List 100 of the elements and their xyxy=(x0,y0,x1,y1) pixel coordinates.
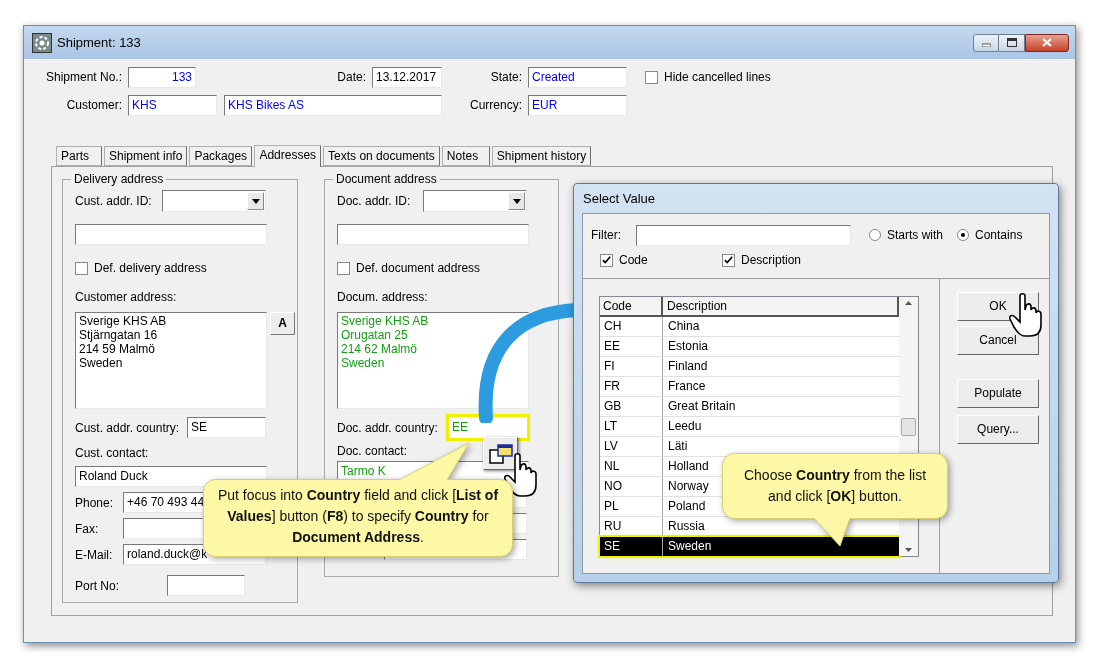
country-field[interactable]: SE xyxy=(187,417,266,438)
minimize-button[interactable] xyxy=(973,33,999,52)
tab[interactable]: Shipment info xyxy=(104,146,188,166)
field-label: Port No: xyxy=(75,577,120,595)
field-label: Doc. addr. country: xyxy=(337,419,438,437)
close-icon xyxy=(1042,38,1052,47)
group-title: Delivery address xyxy=(71,172,167,186)
checkbox[interactable] xyxy=(75,261,88,275)
maximize-button[interactable] xyxy=(999,33,1025,52)
table-cell-text: Läti xyxy=(668,438,688,455)
checkbox-label: Code xyxy=(619,252,648,269)
checkbox[interactable] xyxy=(600,253,613,267)
address-text-area[interactable]: Sverige KHS AB Orugatan 25 214 62 Malmö Sweden xyxy=(337,312,529,409)
table-cell: NO xyxy=(600,477,663,496)
table-cell-text: Great Britain xyxy=(668,398,736,415)
field-label: Doc. addr. ID: xyxy=(337,193,411,210)
table-cell-text: Holland xyxy=(668,458,709,475)
field-label: Date: xyxy=(336,69,366,86)
list-row[interactable]: SE Sweden xyxy=(600,537,899,556)
list-row[interactable]: FR France xyxy=(600,377,899,397)
checkbox-label: Def. delivery address xyxy=(94,260,207,277)
shipment-number-field[interactable]: 133 xyxy=(128,66,196,88)
field-label: State: xyxy=(489,69,522,86)
maximize-icon xyxy=(1006,38,1017,47)
table-cell-text: Sweden xyxy=(668,538,712,555)
field-label: Cust. contact: xyxy=(75,445,149,462)
table-cell-text: Leedu xyxy=(668,418,702,435)
radio-button[interactable] xyxy=(957,229,969,241)
tab[interactable]: Packages xyxy=(189,146,253,166)
customer-code-field[interactable]: KHS xyxy=(128,94,217,116)
field-label: Filter: xyxy=(591,227,622,244)
checkbox[interactable] xyxy=(337,261,350,275)
dropdown-field[interactable] xyxy=(423,190,527,212)
window-title: Shipment: 133 xyxy=(57,33,141,52)
field-label: Customer address: xyxy=(75,289,177,306)
address-name-field[interactable] xyxy=(337,224,529,245)
dropdown-field[interactable] xyxy=(162,190,266,212)
list-row[interactable]: GB Great Britain xyxy=(600,397,899,417)
tab[interactable]: Parts xyxy=(56,146,102,166)
list-row[interactable]: CH China xyxy=(600,317,899,337)
tab[interactable]: Notes xyxy=(441,146,490,166)
date-field[interactable]: 13.12.2017 xyxy=(372,66,442,88)
address-text-area[interactable]: Sverige KHS AB Stjärngatan 16 214 59 Malmö Sweden xyxy=(75,312,267,409)
table-cell-text: France xyxy=(668,378,706,395)
scroll-up-icon xyxy=(905,301,912,305)
column-header[interactable]: Code xyxy=(600,297,663,315)
state-field[interactable]: Created xyxy=(528,66,627,88)
dropdown-arrow-icon xyxy=(512,198,521,204)
field-label: Fax: xyxy=(75,520,99,538)
checkbox[interactable] xyxy=(722,253,735,267)
dialog-title: Select Value xyxy=(582,190,657,208)
table-cell: FI xyxy=(600,357,663,376)
tab[interactable]: Shipment history xyxy=(491,146,592,166)
table-cell: EE xyxy=(600,337,663,356)
field-label: Customer: xyxy=(65,97,122,114)
table-cell: SE xyxy=(600,537,663,556)
close-button[interactable] xyxy=(1025,33,1069,52)
port-field[interactable] xyxy=(167,575,245,596)
tab[interactable]: Addresses xyxy=(254,145,322,167)
table-cell: NL xyxy=(600,457,663,476)
address-name-field[interactable] xyxy=(75,224,267,245)
field-label: E-Mail: xyxy=(75,546,113,564)
table-cell: PL xyxy=(600,497,663,516)
radio-button[interactable] xyxy=(869,229,881,241)
checkbox[interactable] xyxy=(645,70,658,84)
table-cell-text: Russia xyxy=(668,518,705,535)
field-label: Doc. contact: xyxy=(337,443,408,460)
table-cell-text: Estonia xyxy=(668,338,709,355)
app-icon xyxy=(32,32,52,53)
tab[interactable]: Texts on documents xyxy=(323,146,440,166)
list-row[interactable]: FI Finland xyxy=(600,357,899,377)
radio-label: Contains xyxy=(975,227,1023,244)
scroll-thumb[interactable] xyxy=(901,417,916,436)
filter-field[interactable] xyxy=(636,224,851,246)
list-of-values-button[interactable] xyxy=(483,437,518,470)
list-row[interactable]: LT Leedu xyxy=(600,417,899,437)
table-cell-text: Poland xyxy=(668,498,706,515)
checkbox-label: Description xyxy=(741,252,802,269)
table-cell-text: Norway xyxy=(668,478,709,495)
address-button[interactable]: A xyxy=(270,312,295,335)
dropdown-arrow-icon xyxy=(251,198,260,204)
currency-field[interactable]: EUR xyxy=(528,94,627,116)
table-cell-text: China xyxy=(668,318,700,335)
field-label: Cust. addr. ID: xyxy=(75,193,152,210)
dialog-button[interactable]: Populate xyxy=(957,379,1039,408)
field-label: Cust. addr. country: xyxy=(75,419,180,437)
list-row[interactable]: EE Estonia xyxy=(600,337,899,357)
table-cell: LV xyxy=(600,437,663,456)
table-cell: GB xyxy=(600,397,663,416)
field-label: Shipment No.: xyxy=(44,69,122,86)
scroll-down-icon xyxy=(905,548,912,552)
checkbox-label: Def. document address xyxy=(356,260,481,277)
callout-tooltip: Choose Country from the list and click [OK] button. xyxy=(722,453,948,547)
checkbox-label: Hide cancelled lines xyxy=(664,69,771,86)
dialog-button[interactable]: Query... xyxy=(957,415,1039,444)
customer-name-field[interactable]: KHS Bikes AS xyxy=(224,94,442,116)
windows-icon xyxy=(488,442,513,465)
table-cell: LT xyxy=(600,417,663,436)
group-title: Document address xyxy=(333,172,440,186)
field-label: Phone: xyxy=(75,494,114,512)
